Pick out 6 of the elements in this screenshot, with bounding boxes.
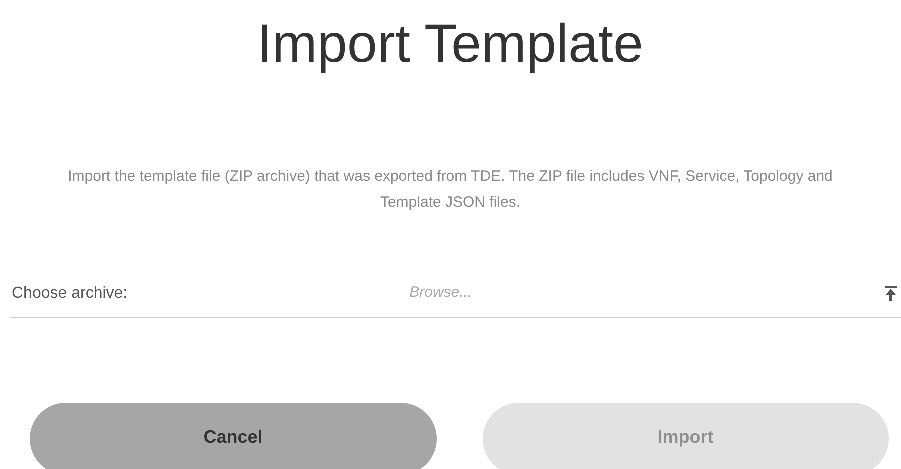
archive-field[interactable]: Browse...: [410, 282, 710, 305]
dialog-title: Import Template: [256, 13, 645, 76]
description-text: Import the template file (ZIP archive) that was exported from TDE. The ZIP file includes VNF, Service, Topology and Template JSON files.: [67, 167, 834, 213]
cancel-button[interactable]: Cancel: [30, 403, 436, 469]
field-label: Choose archive:: [12, 284, 128, 304]
upload-icon[interactable]: [885, 286, 897, 302]
